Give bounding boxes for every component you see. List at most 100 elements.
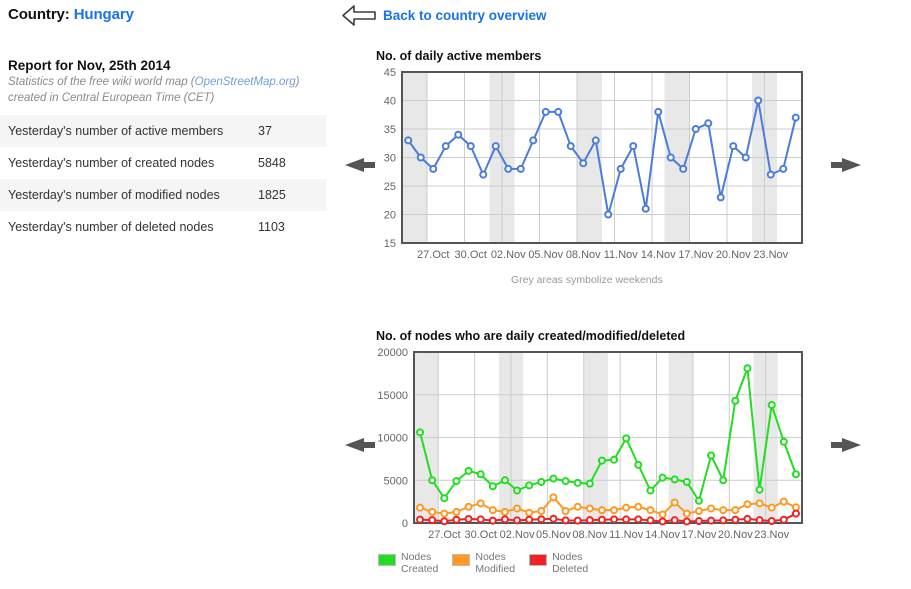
data-point bbox=[452, 515, 461, 524]
data-point bbox=[491, 142, 500, 151]
data-point bbox=[679, 164, 688, 173]
data-point bbox=[597, 515, 606, 524]
data-point bbox=[658, 517, 667, 526]
stat-value: 37 bbox=[258, 124, 272, 139]
legend-label-modified: Nodes Modified bbox=[475, 551, 516, 575]
x-tick-label: 20.Nov bbox=[716, 249, 751, 261]
data-point bbox=[573, 502, 582, 511]
data-point bbox=[622, 434, 631, 443]
y-tick-label: 45 bbox=[384, 67, 396, 79]
x-tick-label: 30.Oct bbox=[455, 249, 487, 261]
next-period-arrow-icon[interactable] bbox=[830, 434, 864, 456]
x-tick-label: 14.Nov bbox=[641, 249, 676, 261]
data-point bbox=[779, 497, 788, 506]
legend-item-nodes-modified[interactable]: Nodes Modified bbox=[452, 551, 516, 576]
data-point bbox=[754, 96, 763, 105]
data-point bbox=[513, 516, 522, 525]
data-point bbox=[719, 516, 728, 525]
data-point bbox=[604, 210, 613, 219]
x-tick-label: 11.Nov bbox=[609, 529, 644, 541]
data-point bbox=[719, 476, 728, 485]
stat-value: 5848 bbox=[258, 156, 286, 171]
data-point bbox=[525, 481, 534, 490]
x-tick-label: 30.Oct bbox=[464, 529, 496, 541]
stat-value: 1103 bbox=[258, 220, 285, 235]
data-point bbox=[743, 500, 752, 509]
data-point bbox=[440, 509, 449, 518]
openstreetmap-link[interactable]: OpenStreetMap.org bbox=[195, 76, 296, 88]
data-point bbox=[646, 516, 655, 525]
data-point bbox=[476, 499, 485, 508]
data-point bbox=[476, 515, 485, 524]
chart-plot-area[interactable]: 15 20 25 30 35 40 45 27.Oct 30.Oct 02.Nov 05.Nov 08… bbox=[368, 64, 808, 294]
data-point bbox=[479, 170, 488, 179]
data-point bbox=[525, 515, 534, 524]
report-subtitle-suffix: ) bbox=[295, 76, 300, 88]
data-point bbox=[755, 516, 764, 525]
data-point bbox=[416, 503, 425, 512]
data-point bbox=[731, 396, 740, 405]
x-tick-label: 17.Nov bbox=[682, 529, 717, 541]
data-point bbox=[573, 478, 582, 487]
data-point bbox=[666, 153, 675, 162]
data-point bbox=[670, 498, 679, 507]
x-tick-label: 17.Nov bbox=[678, 249, 713, 261]
chart-title: No. of nodes who are daily created/modif… bbox=[376, 329, 686, 343]
legend-swatch-deleted bbox=[529, 554, 548, 566]
data-point bbox=[707, 451, 716, 460]
x-tick-label: 27.Oct bbox=[428, 529, 460, 541]
data-point bbox=[682, 477, 691, 486]
x-tick-label: 23.Nov bbox=[753, 249, 788, 261]
country-name[interactable]: Hungary bbox=[74, 6, 134, 23]
data-point bbox=[440, 517, 449, 526]
x-tick-label: 08.Nov bbox=[566, 249, 601, 261]
legend-label-created: Nodes Created bbox=[401, 551, 439, 575]
statistics-table: Yesterday's number of active members 37 … bbox=[0, 115, 326, 243]
legend-label-deleted: Nodes Deleted bbox=[552, 551, 589, 575]
legend-swatch-created bbox=[378, 554, 396, 566]
data-point bbox=[513, 486, 522, 495]
data-point bbox=[513, 504, 522, 513]
data-point bbox=[476, 470, 485, 479]
data-point bbox=[610, 506, 619, 515]
data-point bbox=[791, 113, 800, 122]
x-tick-label: 02.Nov bbox=[491, 249, 526, 261]
data-point bbox=[500, 507, 509, 516]
back-to-overview[interactable]: Back to country overview bbox=[342, 4, 547, 26]
y-tick-label: 25 bbox=[384, 181, 396, 193]
stat-value: 1825 bbox=[258, 188, 286, 203]
y-tick-label: 5000 bbox=[384, 475, 408, 487]
left-panel: Country: Hungary Report for Nov, 25th 201… bbox=[0, 0, 336, 243]
legend-item-nodes-created[interactable]: Nodes Created bbox=[378, 551, 439, 576]
data-point bbox=[416, 428, 425, 437]
country-label: Country: bbox=[8, 6, 70, 23]
legend-item-nodes-deleted[interactable]: Nodes Deleted bbox=[529, 551, 589, 576]
data-point bbox=[428, 476, 437, 485]
data-point bbox=[488, 506, 497, 515]
stat-label: Yesterday's number of deleted nodes bbox=[8, 220, 214, 235]
back-link-label[interactable]: Back to country overview bbox=[383, 8, 547, 23]
chart-plot-area[interactable]: 0 5000 10000 15000 20000 27.Oct 30.Oct 02.Nov 05… bbox=[368, 344, 808, 554]
data-point bbox=[579, 159, 588, 168]
data-point bbox=[452, 507, 461, 516]
chart-legend: Nodes Created Nodes Modified Nodes Delet… bbox=[378, 551, 589, 576]
data-point bbox=[729, 142, 738, 151]
next-period-arrow-icon[interactable] bbox=[830, 154, 864, 176]
y-tick-label: 20000 bbox=[377, 347, 408, 359]
x-tick-label: 20.Nov bbox=[718, 529, 753, 541]
data-point bbox=[654, 107, 663, 116]
data-point bbox=[537, 515, 546, 524]
data-point bbox=[454, 130, 463, 139]
right-panel: Back to country overview No. of daily ac… bbox=[336, 0, 911, 589]
data-point bbox=[529, 136, 538, 145]
y-tick-label: 0 bbox=[402, 518, 408, 530]
data-point bbox=[622, 503, 631, 512]
report-subtitle-prefix: Statistics of the free wiki world map ( bbox=[8, 76, 195, 88]
data-point bbox=[441, 142, 450, 151]
data-point bbox=[464, 466, 473, 475]
data-point bbox=[404, 136, 413, 145]
x-tick-label: 05.Nov bbox=[536, 529, 571, 541]
data-point bbox=[500, 476, 509, 485]
report-title: Report for Nov, 25th 2014 bbox=[8, 58, 171, 73]
data-point bbox=[464, 514, 473, 523]
